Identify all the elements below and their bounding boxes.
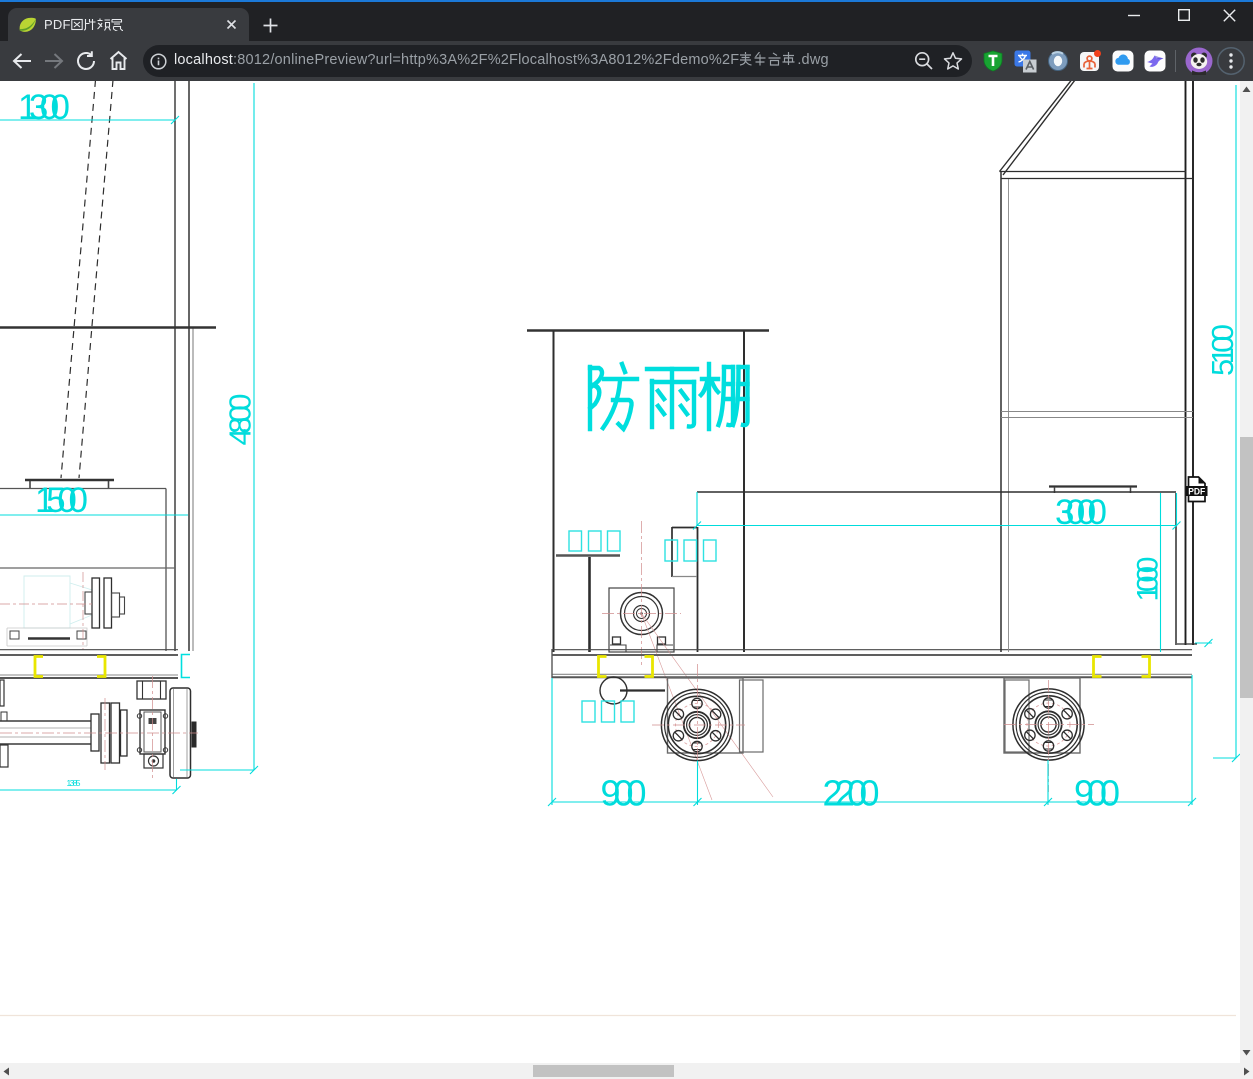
svg-text:3000: 3000 <box>1055 493 1107 532</box>
svg-text:PDF: PDF <box>1188 486 1205 496</box>
svg-text:1500: 1500 <box>35 481 88 520</box>
svg-text:1300: 1300 <box>18 88 70 127</box>
svg-text:2200: 2200 <box>823 773 880 814</box>
svg-text:1000: 1000 <box>1132 557 1165 602</box>
svg-text:1385: 1385 <box>67 778 81 788</box>
svg-text:5100: 5100 <box>1205 324 1240 376</box>
svg-text:900: 900 <box>1074 773 1120 814</box>
svg-text:900: 900 <box>601 773 647 814</box>
svg-text:4800: 4800 <box>223 394 258 446</box>
